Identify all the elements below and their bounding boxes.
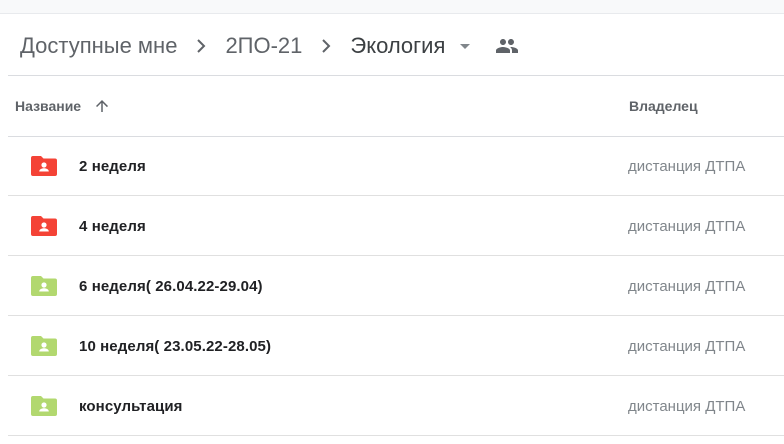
- folder-name: консультация: [79, 397, 183, 415]
- chevron-right-icon: [314, 34, 338, 58]
- shared-folder-icon: [31, 396, 57, 416]
- breadcrumb: Доступные мне 2ПО-21 Экология: [20, 28, 519, 64]
- owner-name: дистанция ДТПА: [628, 397, 746, 415]
- folder-name: 2 неделя: [79, 157, 146, 175]
- row-divider: [8, 435, 784, 436]
- shared-folder-icon: [31, 276, 57, 296]
- shared-people-icon[interactable]: [495, 34, 519, 58]
- list-item[interactable]: 4 неделя дистанция ДТПА: [0, 196, 784, 256]
- breadcrumb-parent[interactable]: 2ПО-21: [225, 29, 302, 63]
- folder-name: 10 неделя( 23.05.22-28.05): [79, 337, 272, 355]
- list-item[interactable]: 10 неделя( 23.05.22-28.05) дистанция ДТПА: [0, 316, 784, 376]
- list-header: Название Владелец: [0, 76, 784, 136]
- breadcrumb-root[interactable]: Доступные мне: [20, 29, 177, 63]
- owner-name: дистанция ДТПА: [628, 217, 746, 235]
- file-list: 2 неделя дистанция ДТПА 4 неделя дистанция …: [0, 136, 784, 436]
- shared-folder-icon: [31, 156, 57, 176]
- top-bar-edge: [0, 0, 784, 14]
- owner-name: дистанция ДТПА: [628, 337, 746, 355]
- sort-up-arrow-icon[interactable]: [93, 97, 111, 115]
- list-item[interactable]: 2 неделя дистанция ДТПА: [0, 136, 784, 196]
- dropdown-arrow-icon[interactable]: [453, 34, 477, 58]
- folder-name: 4 неделя: [79, 217, 146, 235]
- column-name-label: Название: [15, 98, 82, 114]
- chevron-right-icon: [189, 34, 213, 58]
- breadcrumb-current[interactable]: Экология: [350, 29, 445, 63]
- owner-name: дистанция ДТПА: [628, 277, 746, 295]
- column-name-header[interactable]: Название: [15, 76, 111, 136]
- column-owner-header[interactable]: Владелец: [629, 76, 698, 136]
- shared-folder-icon: [31, 216, 57, 236]
- shared-folder-icon: [31, 336, 57, 356]
- folder-name: 6 неделя( 26.04.22-29.04): [79, 277, 263, 295]
- owner-name: дистанция ДТПА: [628, 157, 746, 175]
- list-item[interactable]: консультация дистанция ДТПА: [0, 376, 784, 436]
- list-item[interactable]: 6 неделя( 26.04.22-29.04) дистанция ДТПА: [0, 256, 784, 316]
